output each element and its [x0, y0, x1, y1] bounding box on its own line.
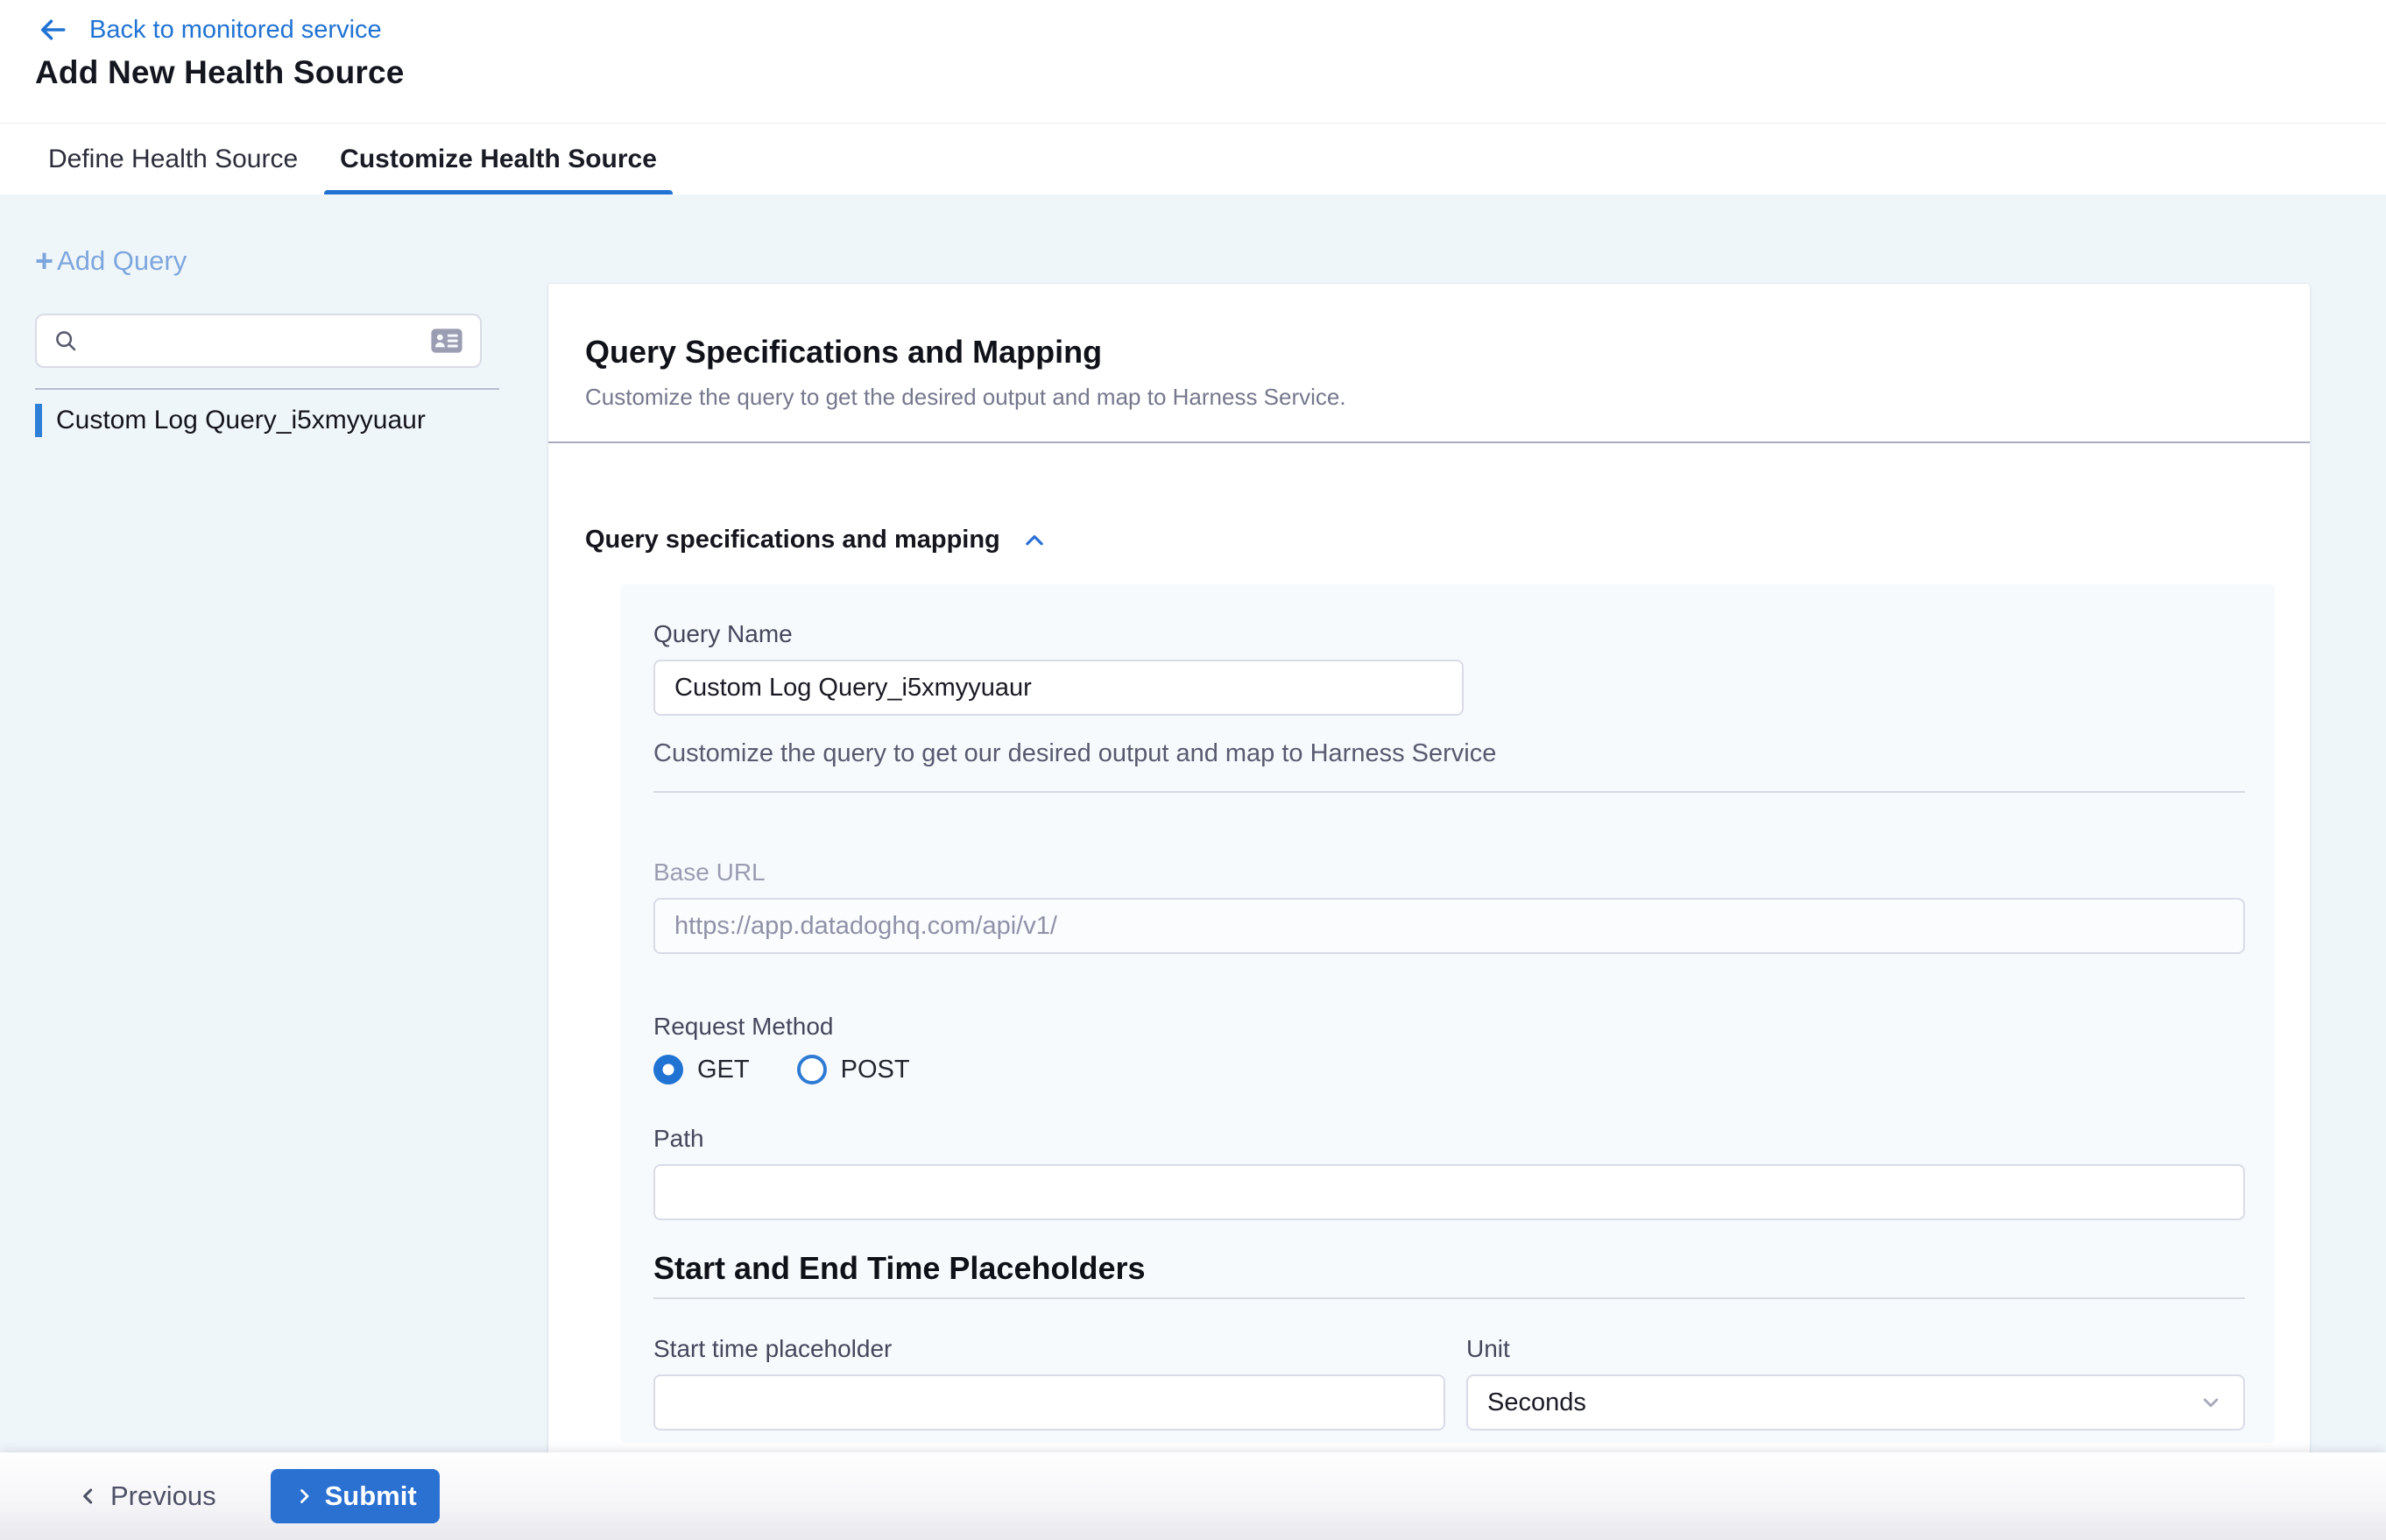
id-card-icon[interactable] — [429, 327, 464, 355]
previous-button[interactable]: Previous — [77, 1480, 216, 1512]
add-query-button[interactable]: + Add Query — [35, 245, 187, 277]
arrow-left-icon — [35, 14, 70, 46]
path-label: Path — [653, 1124, 2245, 1154]
chevron-up-icon[interactable] — [1020, 527, 1049, 554]
unit-label: Unit — [1466, 1334, 2245, 1364]
query-spec-card: Query Name Customize the query to get ou… — [620, 584, 2275, 1443]
radio-get-label: GET — [697, 1056, 750, 1084]
request-method-label: Request Method — [653, 1012, 2245, 1042]
base-url-label: Base URL — [653, 858, 2245, 887]
card-divider — [653, 791, 2245, 793]
start-time-input[interactable] — [653, 1374, 1445, 1431]
query-search-box — [35, 314, 482, 368]
footer-bar: Previous Submit — [0, 1452, 2386, 1540]
placeholders-divider — [653, 1297, 2245, 1299]
query-mapping-panel: Query Specifications and Mapping Customi… — [548, 284, 2310, 1540]
page-header: Back to monitored service Add New Health… — [0, 0, 2386, 123]
path-input[interactable] — [653, 1164, 2245, 1220]
radio-option-post[interactable]: POST — [797, 1055, 910, 1084]
radio-selected-icon[interactable] — [653, 1055, 683, 1084]
query-name-label: Query Name — [653, 619, 2245, 649]
search-icon — [53, 328, 79, 354]
selected-indicator-bar — [35, 404, 42, 437]
submit-button[interactable]: Submit — [271, 1469, 440, 1523]
previous-button-label: Previous — [110, 1480, 216, 1512]
chevron-down-icon — [2198, 1389, 2224, 1416]
section-title: Query specifications and mapping — [585, 526, 1000, 555]
query-name-helper: Customize the query to get our desired o… — [653, 738, 2245, 768]
search-input[interactable] — [91, 327, 429, 355]
start-time-label: Start time placeholder — [653, 1334, 1445, 1364]
content-area: + Add Query Custom Log Query_i5xmyyuaur — [0, 194, 2386, 1540]
chevron-right-icon — [293, 1484, 314, 1508]
back-link[interactable]: Back to monitored service — [35, 14, 382, 46]
submit-button-label: Submit — [325, 1480, 417, 1512]
base-url-input[interactable] — [653, 898, 2245, 954]
panel-header: Query Specifications and Mapping Customi… — [548, 284, 2310, 443]
back-link-label: Back to monitored service — [89, 14, 382, 46]
panel-body: Query specifications and mapping Query N… — [548, 526, 2310, 1443]
query-name-input[interactable] — [653, 660, 1464, 716]
panel-title: Query Specifications and Mapping — [585, 333, 2273, 371]
radio-option-get[interactable]: GET — [653, 1055, 750, 1084]
radio-unselected-icon[interactable] — [797, 1055, 827, 1084]
tab-bar: Define Health Source Customize Health So… — [0, 123, 2386, 194]
query-list-item[interactable]: Custom Log Query_i5xmyyuaur — [35, 403, 499, 438]
chevron-left-icon — [77, 1483, 100, 1509]
page-title: Add New Health Source — [35, 54, 405, 91]
add-query-label: Add Query — [57, 245, 187, 277]
sidebar-divider — [35, 388, 499, 390]
placeholders-section-title: Start and End Time Placeholders — [653, 1248, 2245, 1289]
plus-icon: + — [35, 248, 53, 274]
unit-select-value: Seconds — [1487, 1388, 2198, 1417]
query-item-label: Custom Log Query_i5xmyyuaur — [56, 406, 426, 435]
unit-select[interactable]: Seconds — [1466, 1374, 2245, 1431]
panel-subtitle: Customize the query to get the desired o… — [585, 384, 2273, 410]
radio-post-label: POST — [841, 1056, 910, 1084]
tab-define-health-source[interactable]: Define Health Source — [32, 124, 314, 195]
tab-customize-health-source[interactable]: Customize Health Source — [324, 124, 673, 195]
request-method-radio-group: GET POST — [653, 1052, 2245, 1087]
